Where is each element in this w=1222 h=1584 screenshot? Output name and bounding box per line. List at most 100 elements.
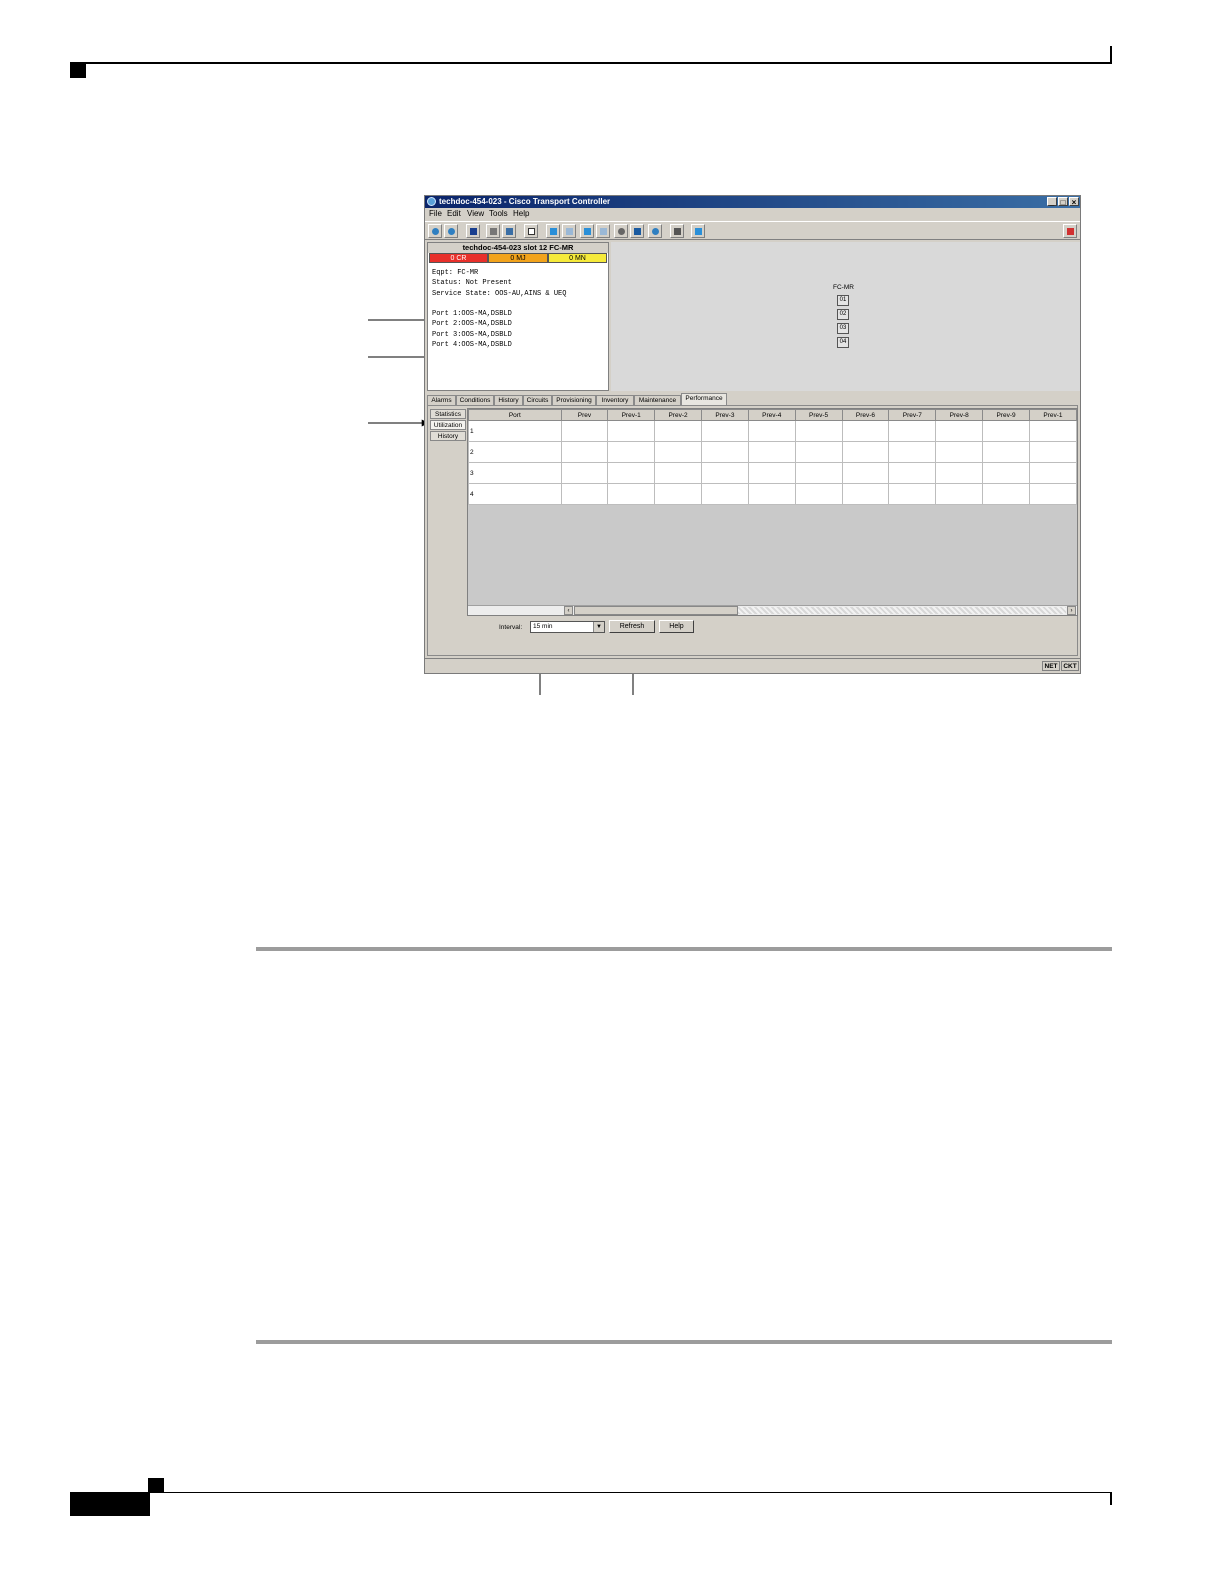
print-icon[interactable] [486,224,500,238]
minor-alarm-count: 0 MN [548,253,607,263]
globe-icon[interactable] [648,224,662,238]
tab-performance[interactable]: Performance [681,393,727,405]
delete-icon[interactable] [1063,224,1077,238]
gear-icon[interactable] [614,224,628,238]
table-cell [794,462,843,484]
table-cell [1028,462,1077,484]
ckt-indicator[interactable]: CKT [1061,661,1079,671]
table-cell [560,483,609,505]
scroll-thumb[interactable] [574,606,738,615]
tab-alarms[interactable]: Alarms [427,395,456,405]
port-cell: 3 [468,462,562,484]
table-cell [560,420,609,442]
table-row[interactable]: 3 [468,462,1077,484]
utilization-table: Port Prev Prev-1 Prev-2 Prev-3 Prev-4 Pr… [467,408,1078,616]
globe-icon[interactable] [444,224,458,238]
export-icon[interactable] [502,224,516,238]
window-titlebar[interactable]: techdoc-454-023 - Cisco Transport Contro… [425,196,1080,208]
table-cell [607,441,656,463]
column-header[interactable]: Port [468,409,562,421]
table-cell [747,441,796,463]
copy-icon[interactable] [524,224,538,238]
scroll-right-icon[interactable]: › [1067,606,1076,615]
table-cell [841,441,890,463]
service-state-line: Service State: OOS-AU,AINS & UEQ [432,290,567,298]
menu-help[interactable]: Help [513,208,529,220]
table-cell [841,462,890,484]
port-01[interactable]: 01 [837,295,849,306]
port-03[interactable]: 03 [837,323,849,334]
menu-edit[interactable]: Edit [447,208,461,220]
table-cell [700,483,749,505]
close-button[interactable]: × [1069,197,1079,207]
lock-icon[interactable] [466,224,480,238]
scroll-left-icon[interactable]: ‹ [564,606,573,615]
data-grid: Port Prev Prev-1 Prev-2 Prev-3 Prev-4 Pr… [468,409,1077,505]
table-cell [607,420,656,442]
net-indicator[interactable]: NET [1042,661,1060,671]
tab-inventory[interactable]: Inventory [596,395,634,405]
table-row[interactable]: 1 [468,420,1077,442]
column-header[interactable]: Prev [560,409,609,421]
port-02[interactable]: 02 [837,309,849,320]
tab-conditions[interactable]: Conditions [456,395,494,405]
chart-icon[interactable] [691,224,705,238]
column-header[interactable]: Prev-1 [607,409,656,421]
port-3-line: Port 3:OOS-MA,DSBLD [432,331,512,339]
printer-icon[interactable] [670,224,684,238]
table-cell [747,420,796,442]
menu-file[interactable]: File [429,208,442,220]
interval-select[interactable]: 15 min ▼ [530,621,605,633]
column-header[interactable]: Prev-8 [935,409,984,421]
port-04[interactable]: 04 [837,337,849,348]
table-row[interactable]: 2 [468,441,1077,463]
scroll-track[interactable] [738,607,1066,614]
column-header[interactable]: Prev-2 [654,409,702,421]
maximize-button[interactable]: □ [1058,197,1068,207]
down-arrow-icon[interactable] [596,224,610,238]
node-info-panel: techdoc-454-023 slot 12 FC-MR 0 CR 0 MJ … [427,242,609,391]
up-arrow-icon[interactable] [580,224,594,238]
column-header[interactable]: Prev-4 [747,409,796,421]
subtab-utilization[interactable]: Utilization [430,420,466,430]
table-cell [794,483,843,505]
table-cell [794,441,843,463]
status-line: Status: Not Present [432,279,512,287]
chevron-down-icon[interactable]: ▼ [593,622,604,632]
port-cell: 2 [468,441,562,463]
column-header[interactable]: Prev-9 [982,409,1030,421]
globe-icon[interactable] [428,224,442,238]
interval-value: 15 min [533,623,553,630]
table-cell [935,420,984,442]
menu-bar: File Edit View Tools Help [425,208,1080,220]
table-cell [654,420,702,442]
subtab-statistics[interactable]: Statistics [430,409,466,419]
tab-maintenance[interactable]: Maintenance [634,395,681,405]
column-header[interactable]: Prev-7 [888,409,937,421]
tab-circuits[interactable]: Circuits [523,395,552,405]
table-cell [982,441,1030,463]
tab-history[interactable]: History [494,395,523,405]
minimize-button[interactable]: _ [1047,197,1057,207]
table-cell [700,441,749,463]
network-icon[interactable] [630,224,644,238]
back-arrow-icon[interactable] [546,224,560,238]
column-header[interactable]: Prev-6 [841,409,890,421]
eqpt-line: Eqpt: FC-MR [432,269,479,277]
app-globe-icon [427,197,436,206]
subtab-history[interactable]: History [430,431,466,441]
forward-arrow-icon[interactable] [562,224,576,238]
card-view: FC-MR 01 02 03 04 [611,242,1080,391]
help-button[interactable]: Help [659,620,694,633]
table-cell [841,420,890,442]
column-header[interactable]: Prev-5 [794,409,843,421]
menu-tools[interactable]: Tools [489,208,508,220]
table-cell [747,462,796,484]
menu-view[interactable]: View [467,208,484,220]
refresh-button[interactable]: Refresh [609,620,655,633]
table-row[interactable]: 4 [468,483,1077,505]
horizontal-scrollbar[interactable]: ‹ › [468,605,1077,615]
tab-provisioning[interactable]: Provisioning [552,395,596,405]
column-header[interactable]: Prev-3 [700,409,749,421]
column-header[interactable]: Prev-1 [1028,409,1077,421]
